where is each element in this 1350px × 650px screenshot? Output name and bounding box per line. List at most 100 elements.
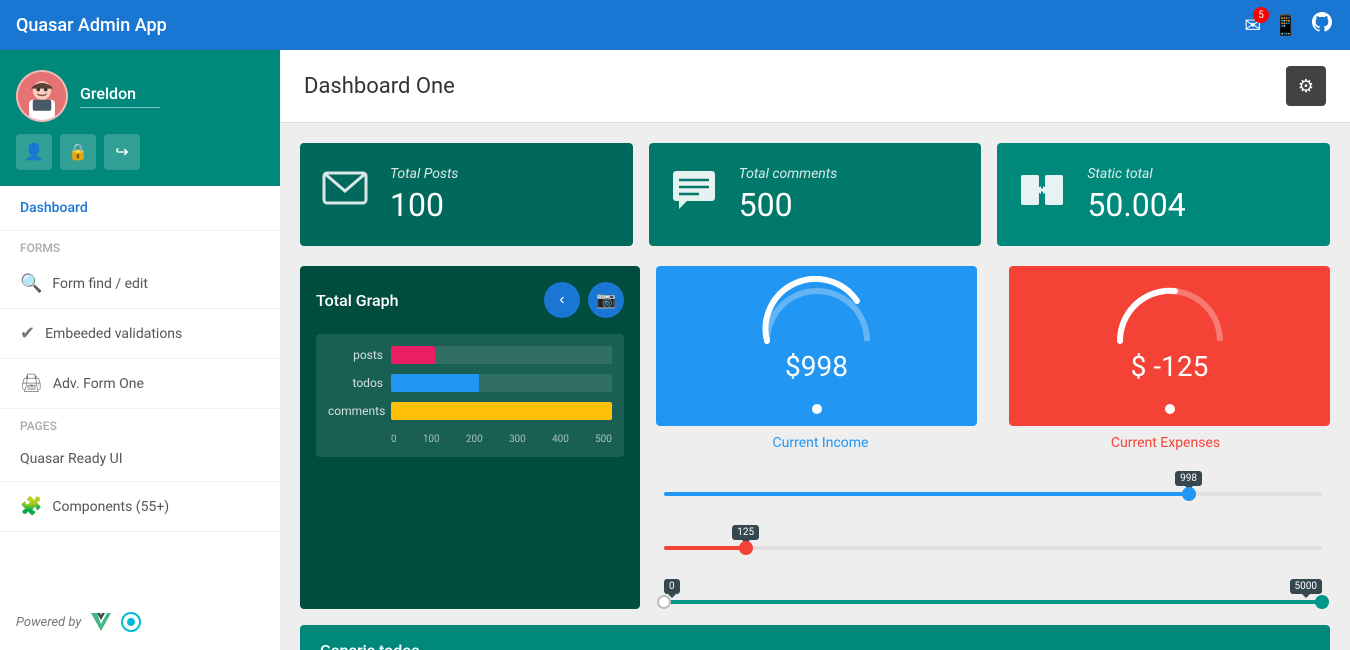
main-header: Dashboard One ⚙ — [280, 50, 1350, 123]
main-content-area: Total Posts 100 Total comments 500 — [280, 123, 1350, 650]
expense-value: $ -125 — [1131, 350, 1209, 383]
main-content: Dashboard One ⚙ Total Posts 100 — [280, 50, 1350, 650]
sidebar-section-forms: Forms — [0, 231, 280, 259]
expense-arc — [1110, 276, 1230, 346]
sidebar-item-form-find-edit[interactable]: 🔍 Form find / edit — [0, 259, 280, 309]
bar-fill-comments — [391, 402, 612, 420]
income-slider-track — [664, 492, 1322, 496]
graph-screenshot-button[interactable]: 📷 — [588, 282, 624, 318]
expense-slider-badge: 125 — [732, 525, 759, 540]
bar-label-comments: comments — [328, 404, 383, 418]
sliders-container: 998 125 — [656, 471, 1330, 609]
mobile-icon[interactable]: 📱 — [1273, 13, 1298, 37]
bar-row-comments: comments — [328, 402, 612, 420]
bar-label-todos: todos — [328, 376, 383, 390]
sidebar-item-quasar-ready-ui[interactable]: Quasar Ready UI — [0, 437, 280, 482]
stat-label-comments: Total comments — [739, 166, 838, 182]
income-dot — [812, 404, 822, 414]
check-icon: ✔ — [20, 323, 35, 344]
expense-slider-track — [664, 546, 1322, 550]
profile-button[interactable]: 👤 — [16, 134, 52, 170]
expense-label: Current Expenses — [1001, 432, 1330, 451]
quasar-logo — [121, 612, 141, 632]
stat-value-posts: 100 — [390, 186, 458, 224]
page-title: Dashboard One — [304, 74, 455, 99]
stat-value-comments: 500 — [739, 186, 838, 224]
income-slider-row: 998 — [664, 471, 1322, 501]
expense-dot — [1165, 404, 1175, 414]
income-slider-fill — [664, 492, 1189, 496]
bar-fill-todos — [391, 374, 479, 392]
search-icon: 🔍 — [20, 273, 42, 294]
graph-title: Total Graph — [316, 291, 399, 310]
range-slider-row: 0 5000 — [664, 579, 1322, 609]
sidebar-user-row: Greldon — [16, 70, 264, 122]
income-gauge: $998 — [656, 266, 977, 426]
right-panel: $998 $ -1 — [656, 266, 1330, 609]
mail-stat-icon — [320, 163, 370, 226]
mail-icon[interactable]: ✉ 5 — [1244, 13, 1261, 37]
expense-slider-fill — [664, 546, 746, 550]
axis-400: 400 — [552, 434, 569, 445]
dashboard-label: Dashboard — [20, 200, 88, 216]
settings-button[interactable]: ⚙ — [1286, 66, 1326, 106]
expense-gauge: $ -125 — [1009, 266, 1330, 426]
puzzle-icon: 🧩 — [20, 496, 42, 517]
axis-100: 100 — [423, 434, 440, 445]
bar-label-posts: posts — [328, 348, 383, 362]
sidebar: Greldon 👤 🔒 ↪ Dashboard Forms 🔍 Form fin… — [0, 50, 280, 650]
logout-button[interactable]: ↪ — [104, 134, 140, 170]
bar-track-comments — [391, 402, 612, 420]
range-slider-right-badge: 5000 — [1290, 579, 1322, 594]
sidebar-item-adv-form-one[interactable]: 🖨 Adv. Form One — [0, 359, 280, 409]
sidebar-user-actions: 👤 🔒 ↪ — [16, 134, 264, 170]
vue-logo — [89, 610, 113, 634]
topnav: Quasar Admin App ✉ 5 📱 — [0, 0, 1350, 50]
bar-chart: posts todos — [328, 346, 612, 420]
topnav-icons: ✉ 5 📱 — [1244, 10, 1334, 40]
stat-card-static-total: Static total 50.004 — [997, 143, 1330, 246]
bottom-section: Total Graph ‹ 📷 posts — [300, 266, 1330, 609]
sidebar-username: Greldon — [80, 84, 160, 108]
range-slider-right-thumb[interactable] — [1315, 595, 1329, 609]
app-title: Quasar Admin App — [16, 15, 1244, 36]
expense-slider-row: 125 — [664, 525, 1322, 555]
income-value: $998 — [785, 350, 848, 383]
graph-prev-button[interactable]: ‹ — [544, 282, 580, 318]
bar-fill-posts — [391, 346, 435, 364]
sidebar-item-components[interactable]: 🧩 Components (55+) — [0, 482, 280, 532]
avatar — [16, 70, 68, 122]
sidebar-item-dashboard[interactable]: Dashboard — [0, 186, 280, 231]
graph-header: Total Graph ‹ 📷 — [316, 282, 624, 318]
income-arc — [757, 276, 877, 346]
todos-card: Generic todos — [300, 625, 1330, 650]
income-slider-badge: 998 — [1175, 471, 1202, 486]
axis-0: 0 — [391, 434, 397, 445]
graph-buttons: ‹ 📷 — [544, 282, 624, 318]
range-slider-left-thumb[interactable] — [657, 595, 671, 609]
print-icon: 🖨 — [20, 373, 43, 394]
graph-card: Total Graph ‹ 📷 posts — [300, 266, 640, 609]
github-icon[interactable] — [1310, 10, 1334, 40]
income-slider-thumb[interactable] — [1182, 487, 1196, 501]
gauge-row: $998 $ -1 — [656, 266, 1330, 426]
stat-info-comments: Total comments 500 — [739, 166, 838, 224]
gauge-labels: Current Income Current Expenses — [656, 432, 1330, 451]
lock-button[interactable]: 🔒 — [60, 134, 96, 170]
sidebar-item-embedded-validations[interactable]: ✔ Embeeded validations — [0, 309, 280, 359]
range-slider-left-badge: 0 — [664, 579, 680, 594]
sidebar-user-section: Greldon 👤 🔒 ↪ — [0, 50, 280, 186]
stat-card-total-posts: Total Posts 100 — [300, 143, 633, 246]
stat-info-posts: Total Posts 100 — [390, 166, 458, 224]
sidebar-section-pages: Pages — [0, 409, 280, 437]
todos-title: Generic todos — [320, 641, 420, 650]
bar-track-posts — [391, 346, 612, 364]
stat-label-static: Static total — [1087, 166, 1185, 182]
stat-info-static: Static total 50.004 — [1087, 166, 1185, 224]
stat-card-total-comments: Total comments 500 — [649, 143, 982, 246]
expense-slider-thumb[interactable] — [739, 541, 753, 555]
axis-300: 300 — [509, 434, 526, 445]
bar-row-todos: todos — [328, 374, 612, 392]
income-label: Current Income — [656, 432, 985, 451]
chart-area: posts todos — [316, 334, 624, 457]
